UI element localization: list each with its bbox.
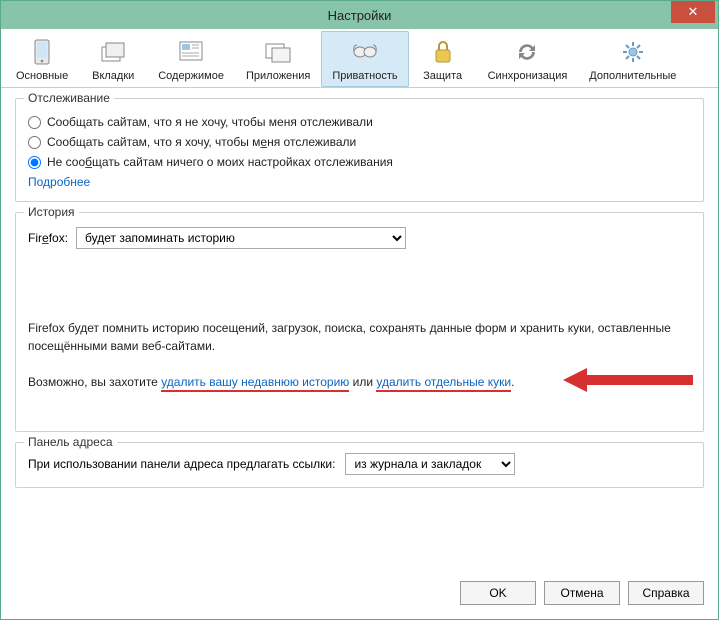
sync-icon bbox=[513, 38, 541, 66]
tab-applications[interactable]: Приложения bbox=[235, 31, 321, 87]
tab-privacy[interactable]: Приватность bbox=[321, 31, 408, 87]
content-area: Отслеживание Сообщать сайтам, что я не х… bbox=[1, 88, 718, 569]
tracking-label-2[interactable]: Сообщать сайтам, что я хочу, чтобы меня … bbox=[47, 135, 356, 149]
tabs-icon bbox=[99, 38, 127, 66]
privacy-icon bbox=[351, 38, 379, 66]
addressbar-group: Панель адреса При использовании панели а… bbox=[15, 442, 704, 488]
history-group: История Firefox: будет запоминать истори… bbox=[15, 212, 704, 432]
cancel-button[interactable]: Отмена bbox=[544, 581, 620, 605]
tab-content[interactable]: Содержимое bbox=[147, 31, 235, 87]
tracking-label-3[interactable]: Не сообщать сайтам ничего о моих настрой… bbox=[47, 155, 393, 169]
help-button[interactable]: Справка bbox=[628, 581, 704, 605]
tab-tabs[interactable]: Вкладки bbox=[79, 31, 147, 87]
ok-button[interactable]: OK bbox=[460, 581, 536, 605]
toolbar: Основные Вкладки Содержимое Приложения П… bbox=[1, 29, 718, 88]
addressbar-title: Панель адреса bbox=[24, 435, 117, 449]
tab-advanced[interactable]: Дополнительные bbox=[578, 31, 687, 87]
history-title: История bbox=[24, 205, 79, 219]
tracking-radio-2[interactable] bbox=[28, 136, 41, 149]
history-info-text: Firefox будет помнить историю посещений,… bbox=[28, 319, 691, 355]
tracking-group: Отслеживание Сообщать сайтам, что я не х… bbox=[15, 98, 704, 202]
close-button[interactable]: ✕ bbox=[671, 1, 715, 23]
titlebar: Настройки ✕ bbox=[1, 1, 718, 29]
clear-cookies-link[interactable]: удалить отдельные куки bbox=[376, 375, 511, 392]
general-icon bbox=[28, 38, 56, 66]
settings-window: Настройки ✕ Основные Вкладки Содержимое bbox=[0, 0, 719, 620]
addressbar-label: При использовании панели адреса предлага… bbox=[28, 457, 335, 471]
security-icon bbox=[429, 38, 457, 66]
applications-icon bbox=[264, 38, 292, 66]
history-app-label: Firefox: bbox=[28, 231, 68, 245]
addressbar-select[interactable]: из журнала и закладок bbox=[345, 453, 515, 475]
tracking-more-link[interactable]: Подробнее bbox=[28, 175, 90, 189]
tracking-label-1[interactable]: Сообщать сайтам, что я не хочу, чтобы ме… bbox=[47, 115, 373, 129]
history-action-text: Возможно, вы захотите удалить вашу недав… bbox=[28, 373, 691, 391]
tracking-title: Отслеживание bbox=[24, 91, 114, 105]
tracking-radio-1[interactable] bbox=[28, 116, 41, 129]
content-icon bbox=[177, 38, 205, 66]
history-mode-select[interactable]: будет запоминать историю bbox=[76, 227, 406, 249]
dialog-buttons: OK Отмена Справка bbox=[1, 569, 718, 619]
tracking-radio-3[interactable] bbox=[28, 156, 41, 169]
advanced-icon bbox=[619, 38, 647, 66]
tab-general[interactable]: Основные bbox=[5, 31, 79, 87]
clear-history-link[interactable]: удалить вашу недавнюю историю bbox=[161, 375, 349, 392]
tab-sync[interactable]: Синхронизация bbox=[477, 31, 579, 87]
tab-security[interactable]: Защита bbox=[409, 31, 477, 87]
window-title: Настройки bbox=[1, 8, 718, 23]
